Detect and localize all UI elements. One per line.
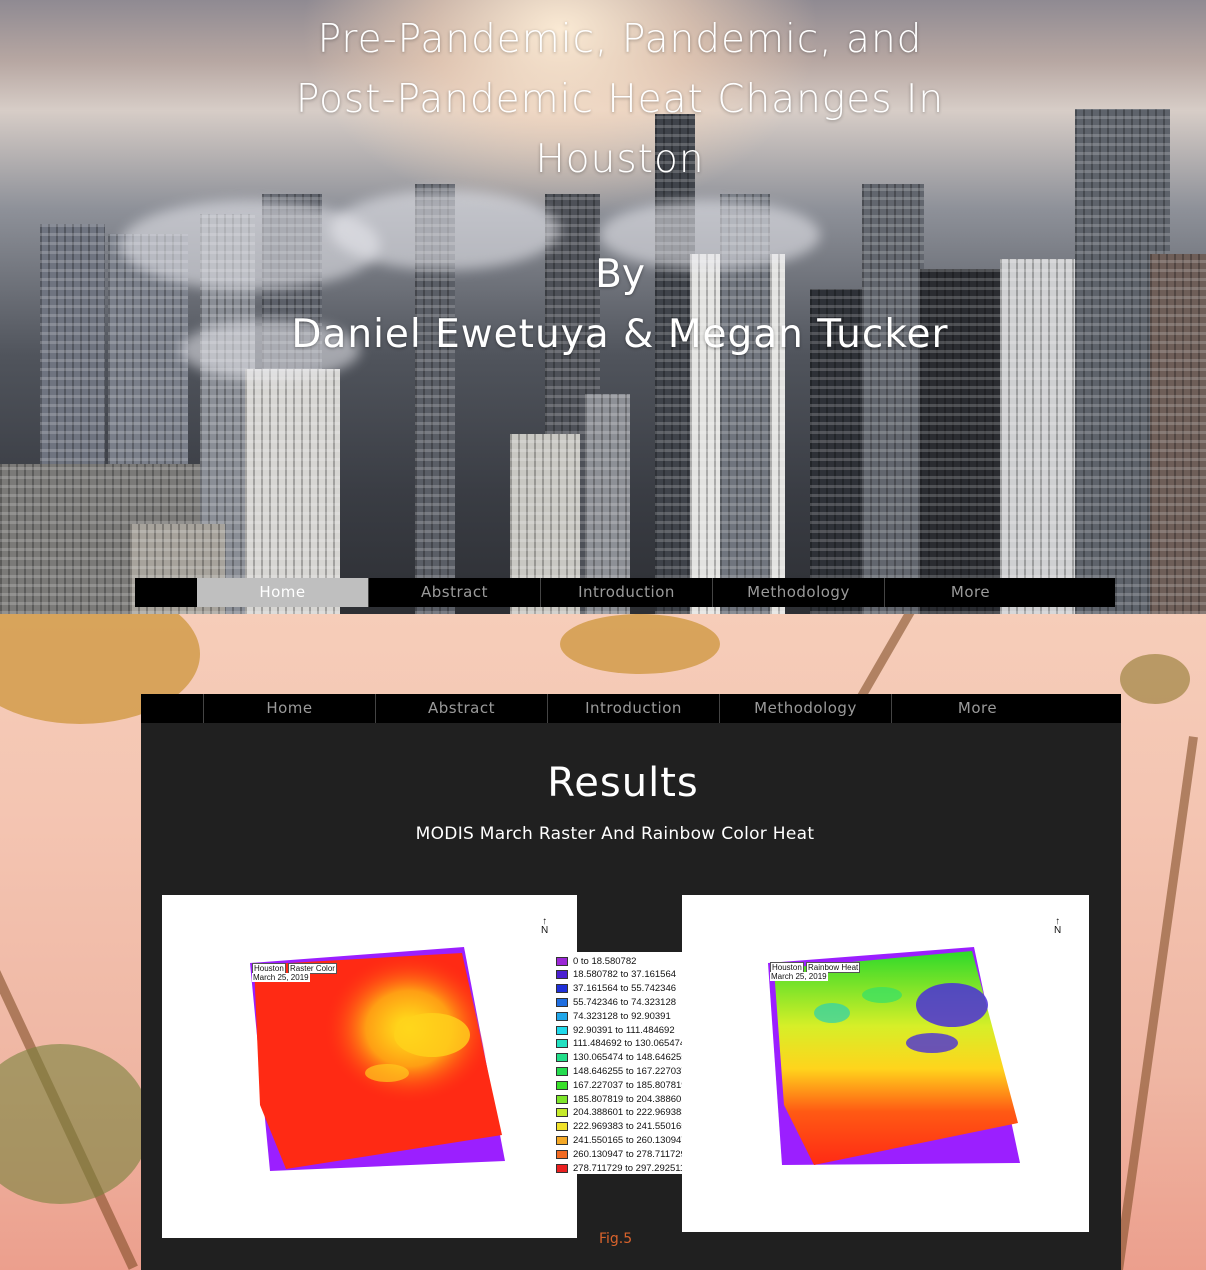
legend-entry: 55.742346 to 74.323128 [556, 996, 676, 1008]
legend-label: 167.227037 to 185.807819 [573, 1079, 687, 1091]
legend-label: 148.646255 to 167.227037 [573, 1065, 687, 1077]
rainbow-heat-map: Houston Rainbow Heat March 25, 2019 ↑ N [682, 895, 1089, 1232]
legend-label: 278.711729 to 297.292511 [573, 1162, 686, 1174]
legend-entry: 241.550165 to 260.130947 [556, 1134, 687, 1146]
legend-label: 130.065474 to 148.646255 [573, 1052, 687, 1064]
legend-swatch [556, 1094, 568, 1104]
north-label: N [1054, 925, 1062, 936]
legend-swatch [556, 1149, 568, 1159]
legend-entry: 74.323128 to 92.90391 [556, 1010, 671, 1022]
section-subtitle: MODIS March Raster And Rainbow Color Hea… [415, 824, 815, 844]
nav-item-home[interactable]: Home [197, 578, 368, 607]
legend-swatch [556, 1025, 568, 1035]
nav-item-introduction[interactable]: Introduction [540, 578, 712, 607]
palm-trunk [1111, 736, 1198, 1270]
page-title: Pre-Pandemic, Pandemic, and Post-Pandemi… [190, 10, 1050, 190]
legend-swatch [556, 970, 568, 980]
legend-swatch [556, 1108, 568, 1118]
north-arrow-icon: ↑ N [1054, 916, 1062, 936]
nav-item-abstract[interactable]: Abstract [375, 694, 547, 723]
legend-entry: 130.065474 to 148.646255 [556, 1052, 687, 1064]
legend-swatch [556, 1011, 568, 1021]
legend-entry: 111.484692 to 130.065474 [556, 1038, 685, 1050]
legend-swatch [556, 1080, 568, 1090]
nav-item-more[interactable]: More [884, 578, 1056, 607]
legend-label: 55.742346 to 74.323128 [573, 996, 677, 1008]
legend-entry: 148.646255 to 167.227037 [556, 1065, 687, 1077]
raster-map-graphic [250, 947, 505, 1171]
top-nav: Home Abstract Introduction Methodology M… [135, 578, 1115, 607]
legend-entry: 222.969383 to 241.550165 [556, 1121, 687, 1133]
authors: Daniel Ewetuya & Megan Tucker [291, 312, 949, 357]
legend-label: 92.90391 to 111.484692 [573, 1024, 675, 1036]
nav-item-introduction[interactable]: Introduction [547, 694, 719, 723]
raster-color-map: Houston Raster Color March 25, 2019 ↑ N [162, 895, 577, 1238]
legend-swatch [556, 1135, 568, 1145]
legend-label: 18.580782 to 37.161564 [573, 969, 677, 981]
map-date: March 25, 2019 [770, 972, 828, 981]
legend-swatch [556, 1122, 568, 1132]
rainbow-map-graphic [768, 947, 1020, 1165]
legend-swatch [556, 1053, 568, 1063]
hero-banner: Pre-Pandemic, Pandemic, and Post-Pandemi… [0, 0, 1206, 614]
legend-swatch [556, 997, 568, 1007]
palm-leaves [0, 1044, 150, 1204]
legend-entry: 0 to 18.580782 [556, 955, 636, 967]
legend-entry: 167.227037 to 185.807819 [556, 1079, 687, 1091]
legend-label: 0 to 18.580782 [573, 955, 637, 967]
legend-label: 241.550165 to 260.130947 [573, 1134, 687, 1146]
legend-label: 204.388601 to 222.969383 [573, 1107, 687, 1119]
panel-nav: Home Abstract Introduction Methodology M… [141, 694, 1121, 723]
legend-label: 260.130947 to 278.711729 [573, 1148, 686, 1160]
legend-swatch [556, 956, 568, 966]
legend-label: 185.807819 to 204.388601 [573, 1093, 687, 1105]
palm-leaves [560, 614, 720, 674]
building [1150, 254, 1206, 614]
legend-label: 222.969383 to 241.550165 [573, 1121, 687, 1133]
title-line: Pre-Pandemic, Pandemic, and [317, 17, 923, 62]
legend-entry: 185.807819 to 204.388601 [556, 1093, 687, 1105]
nav-item-more[interactable]: More [891, 694, 1063, 723]
heat-legend: 0 to 18.580782 18.580782 to 37.161564 37.1… [553, 952, 687, 1174]
legend-entry: 92.90391 to 111.484692 [556, 1024, 675, 1036]
map-date: March 25, 2019 [252, 973, 310, 982]
legend-label: 37.161564 to 55.742346 [573, 983, 677, 995]
north-label: N [541, 925, 549, 936]
legend-swatch [556, 1039, 568, 1049]
figure-caption: Fig.5 [599, 1231, 633, 1247]
legend-entry: 204.388601 to 222.969383 [556, 1107, 687, 1119]
section-title: Results [547, 760, 699, 806]
legend-label: 74.323128 to 92.90391 [573, 1010, 671, 1022]
palm-leaves [1120, 654, 1190, 704]
legend-entry: 18.580782 to 37.161564 [556, 969, 676, 981]
building [862, 184, 924, 614]
nav-item-methodology[interactable]: Methodology [712, 578, 884, 607]
title-line: Houston [535, 137, 705, 182]
nav-item-home[interactable]: Home [203, 694, 375, 723]
nav-item-methodology[interactable]: Methodology [719, 694, 891, 723]
legend-label: 111.484692 to 130.065474 [573, 1038, 686, 1050]
legend-swatch [556, 984, 568, 994]
byline-label: By [595, 252, 645, 297]
nav-item-abstract[interactable]: Abstract [368, 578, 540, 607]
map-title-label: Houston Rainbow Heat March 25, 2019 [770, 962, 861, 981]
map-title-label: Houston Raster Color March 25, 2019 [252, 963, 337, 982]
legend-entry: 278.711729 to 297.292511 [556, 1162, 685, 1174]
title-line: Post-Pandemic Heat Changes In [295, 77, 945, 122]
legend-entry: 37.161564 to 55.742346 [556, 983, 676, 995]
legend-swatch [556, 1163, 568, 1173]
legend-swatch [556, 1066, 568, 1076]
north-arrow-icon: ↑ N [541, 916, 549, 936]
legend-entry: 260.130947 to 278.711729 [556, 1148, 686, 1160]
